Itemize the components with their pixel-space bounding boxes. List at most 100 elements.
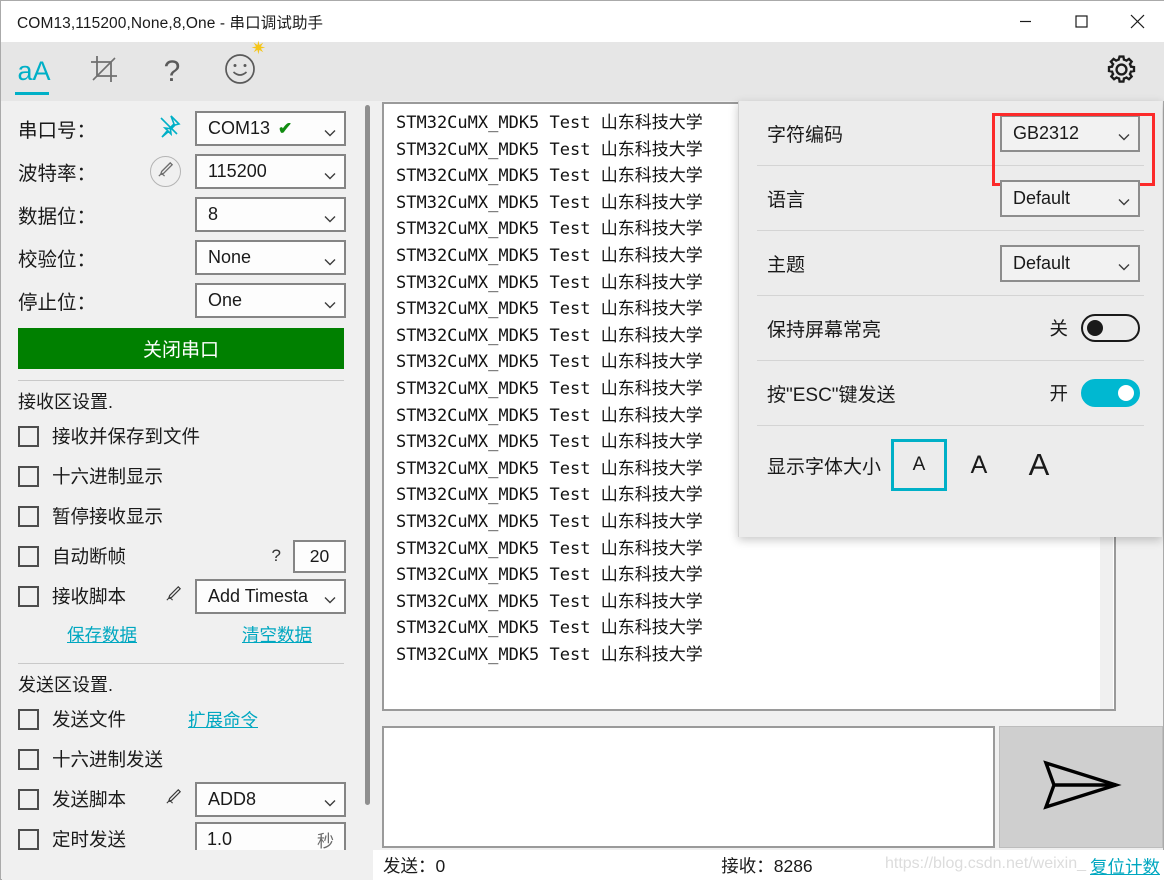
checkbox-label: 定时发送 [52, 829, 127, 850]
keep-screen-on-label: 保持屏幕常亮 [767, 319, 882, 341]
send-file-row[interactable]: 发送文件 扩展命令 [18, 699, 346, 739]
encoding-label: 字符编码 [767, 124, 844, 146]
chevron-down-icon [324, 590, 336, 604]
font-size-tool-button[interactable]: aA [1, 42, 67, 101]
language-select[interactable]: Default [1000, 179, 1140, 217]
parity-select[interactable]: None [195, 240, 346, 275]
theme-select[interactable]: Default [1000, 244, 1140, 282]
feedback-button[interactable]: ✷ [209, 39, 271, 101]
maximize-button[interactable] [1053, 1, 1109, 42]
baud-label: 波特率： [18, 163, 97, 185]
receive-script-select[interactable]: Add Timesta [195, 578, 346, 614]
keep-screen-on-toggle[interactable] [1081, 314, 1140, 342]
receive-section-title: 接收区设置. [18, 392, 114, 412]
send-script-select[interactable]: ADD8 [195, 781, 346, 817]
theme-row: 主题 Default [739, 231, 1162, 295]
esc-send-label: 按"ESC"键发送 [767, 384, 896, 406]
auto-frame-input[interactable]: 20 [293, 539, 346, 573]
smiley-icon: ✷ [223, 39, 266, 91]
checkbox[interactable] [18, 828, 39, 850]
close-port-button[interactable]: 关闭串口 [18, 328, 344, 369]
font-size-icon: aA [17, 56, 51, 86]
send-script-row[interactable]: 发送脚本 ADD8 [18, 779, 346, 819]
language-label: 语言 [767, 189, 806, 211]
crop-icon [89, 54, 119, 89]
font-size-large-option[interactable]: A [1011, 439, 1067, 491]
pen-icon[interactable] [164, 787, 183, 811]
auto-frame-break-row[interactable]: 自动断帧 ? 20 [18, 536, 346, 576]
databits-select[interactable]: 8 [195, 197, 346, 232]
baud-select[interactable]: 115200 [195, 154, 346, 189]
encoding-select[interactable]: GB2312 [1000, 114, 1140, 152]
checkbox-label: 十六进制发送 [52, 749, 164, 770]
checkbox-label: 接收并保存到文件 [52, 426, 201, 447]
left-panel-scrollbar[interactable] [365, 105, 370, 805]
checkbox[interactable] [18, 465, 39, 487]
pin-icon[interactable] [157, 114, 181, 143]
checkbox[interactable] [18, 748, 39, 770]
receive-script-row[interactable]: 接收脚本 Add Timesta [18, 576, 346, 616]
theme-label: 主题 [767, 254, 806, 276]
send-input[interactable] [382, 726, 995, 848]
reset-count-link[interactable]: 复位计数 [1090, 854, 1160, 879]
checkbox[interactable] [18, 505, 39, 527]
toggle-knob [1118, 385, 1134, 401]
pen-icon [156, 160, 175, 184]
received-count: 接收：8286 [721, 855, 813, 876]
stopbits-select[interactable]: One [195, 283, 346, 318]
checkbox[interactable] [18, 425, 39, 447]
port-connected-check-icon: ✔ [278, 118, 293, 138]
timed-send-value: 1.0 [207, 828, 233, 849]
paper-plane-icon [1040, 755, 1122, 820]
auto-frame-help-icon[interactable]: ? [272, 546, 281, 566]
close-button[interactable] [1109, 1, 1164, 42]
gear-icon [1105, 53, 1138, 91]
minimize-button[interactable] [997, 1, 1053, 42]
crop-tool-button[interactable] [73, 42, 135, 101]
chevron-down-icon [1118, 127, 1130, 141]
receive-pause-display-row[interactable]: 暂停接收显示 [18, 496, 346, 536]
port-select[interactable]: COM13 ✔ [195, 111, 346, 146]
esc-send-toggle[interactable] [1081, 379, 1140, 407]
chevron-down-icon [324, 295, 336, 308]
receive-save-to-file-row[interactable]: 接收并保存到文件 [18, 416, 346, 456]
terminal-line: STM32CuMX_MDK5 Test 山东科技大学 [396, 565, 703, 586]
parity-value: None [208, 247, 252, 267]
question-mark-icon: ? [163, 54, 181, 88]
baud-edit-button[interactable] [150, 156, 181, 187]
toggle-knob [1087, 320, 1103, 336]
esc-send-state: 开 [1049, 383, 1068, 404]
checkbox[interactable] [18, 545, 39, 567]
clear-data-link[interactable]: 清空数据 [242, 622, 312, 647]
checkbox[interactable] [18, 708, 39, 730]
receive-hex-display-row[interactable]: 十六进制显示 [18, 456, 346, 496]
send-section-title: 发送区设置. [18, 675, 114, 695]
chevron-down-icon [324, 166, 336, 179]
extend-command-link[interactable]: 扩展命令 [188, 707, 258, 732]
encoding-row: 字符编码 GB2312 [739, 101, 1162, 165]
pen-icon[interactable] [164, 584, 183, 608]
font-size-medium-option[interactable]: A [951, 439, 1007, 491]
send-hex-row[interactable]: 十六进制发送 [18, 739, 346, 779]
send-script-value: ADD8 [208, 788, 257, 809]
save-data-link[interactable]: 保存数据 [67, 622, 137, 647]
active-tab-underline [15, 92, 49, 95]
checkbox[interactable] [18, 788, 39, 810]
font-size-small-option[interactable]: A [891, 439, 948, 491]
watermark: https://blog.csdn.net/weixin_ [884, 855, 1086, 872]
keep-screen-on-row: 保持屏幕常亮 关 [739, 296, 1162, 360]
send-button[interactable] [999, 726, 1163, 848]
settings-button[interactable] [1091, 42, 1151, 101]
terminal-line: STM32CuMX_MDK5 Test 山东科技大学 [396, 591, 703, 612]
receive-links-row: 保存数据 清空数据 [18, 616, 346, 652]
parity-row: 校验位： None [18, 236, 346, 279]
settings-popup: 字符编码 GB2312 语言 Default 主题 Default 保持屏幕常亮… [738, 101, 1162, 537]
theme-value: Default [1013, 252, 1071, 273]
stopbits-row: 停止位： One [18, 279, 346, 322]
language-row: 语言 Default [739, 166, 1162, 230]
databits-label: 数据位： [18, 206, 97, 228]
left-panel-bottom-strip [2, 850, 373, 880]
keep-screen-on-state: 关 [1049, 318, 1068, 339]
help-button[interactable]: ? [141, 42, 203, 101]
checkbox[interactable] [18, 585, 39, 607]
